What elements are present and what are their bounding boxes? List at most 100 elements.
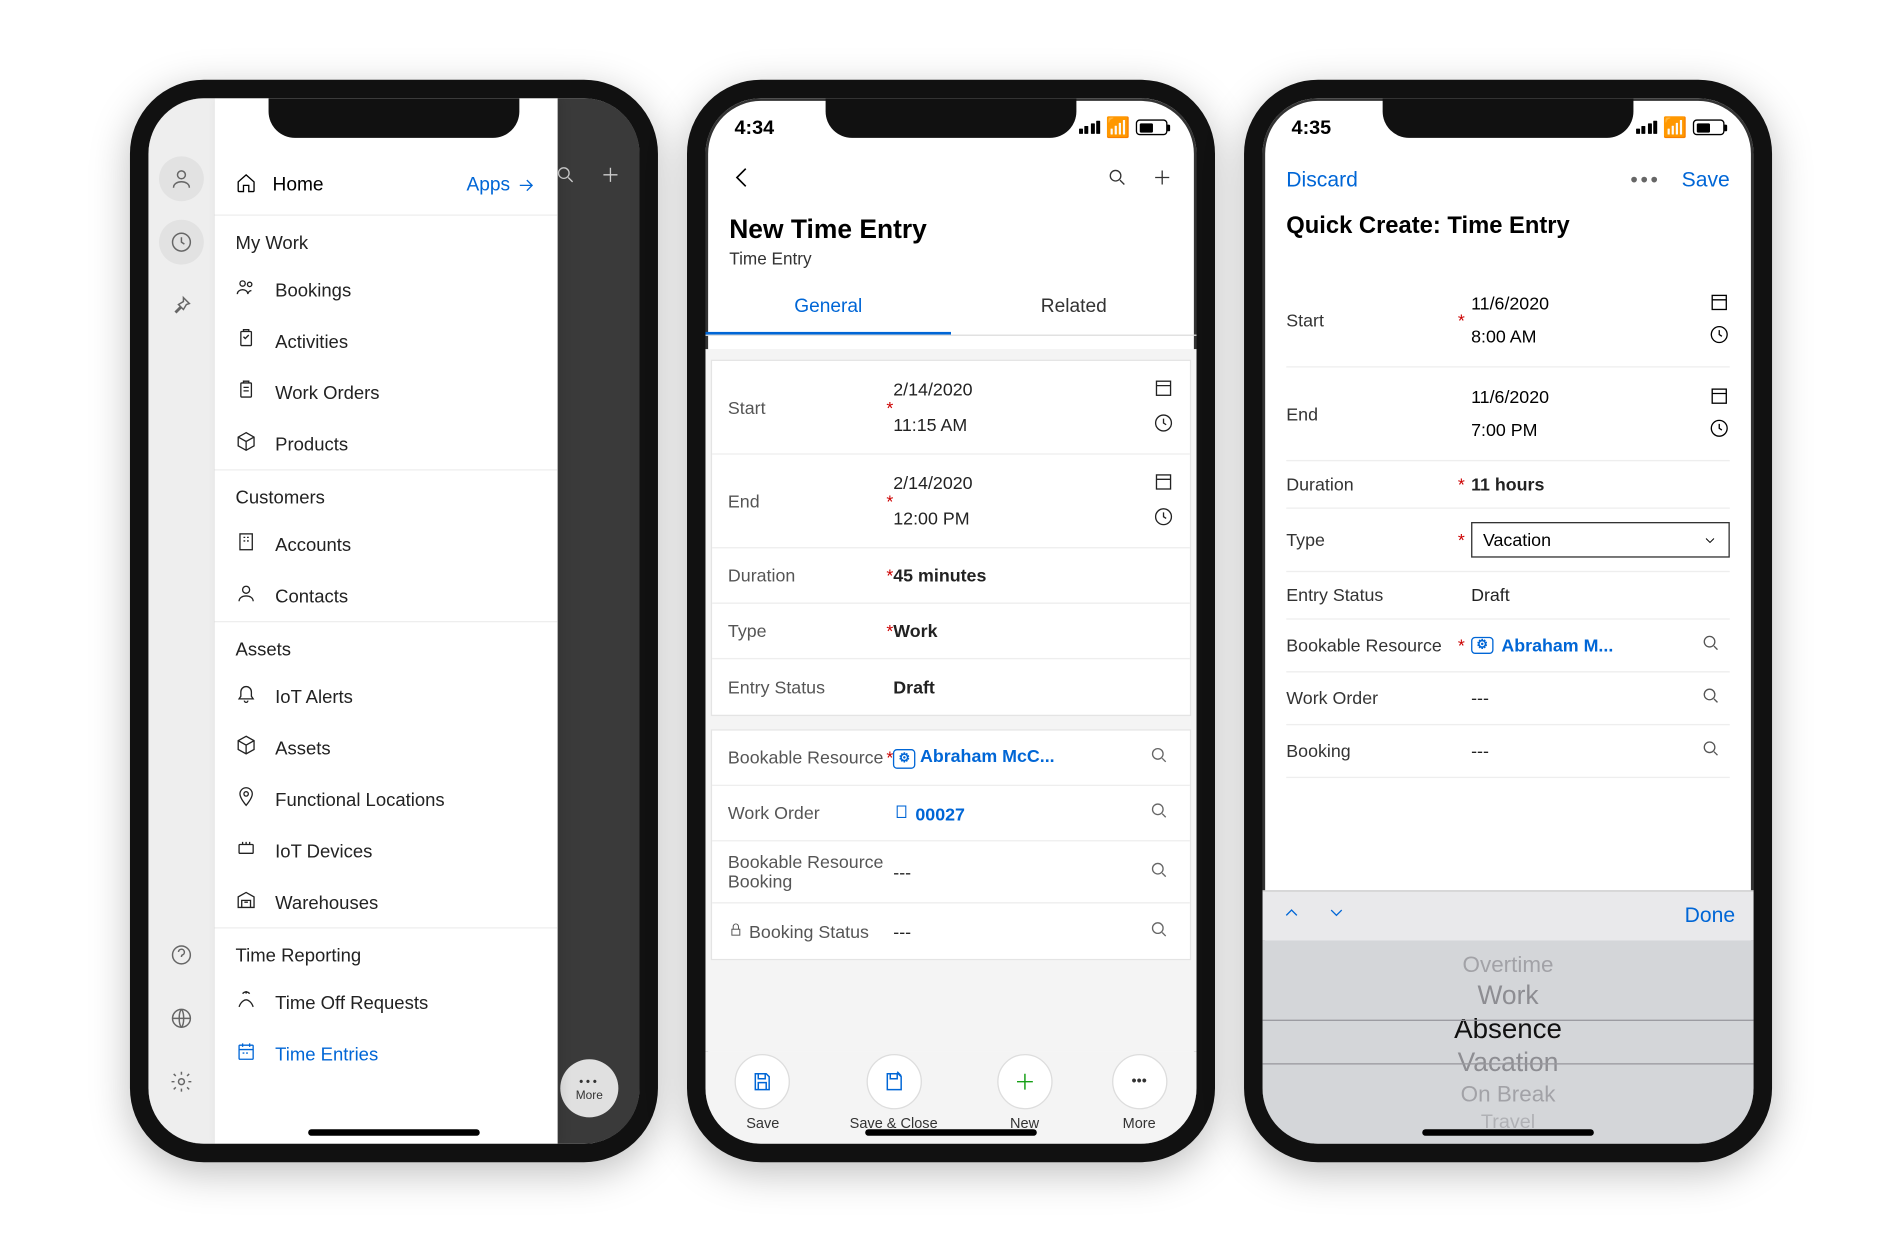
device-notch — [1383, 98, 1634, 138]
sidebar-item-time-entries[interactable]: Time Entries — [214, 1028, 557, 1079]
home-indicator[interactable] — [308, 1129, 480, 1136]
sidebar-item-iot-alerts[interactable]: IoT Alerts — [214, 670, 557, 721]
field-status[interactable]: Entry Status*Draft — [712, 659, 1190, 714]
picker-option[interactable]: Work — [1477, 979, 1538, 1012]
sidebar-item-time-off[interactable]: Time Off Requests — [214, 976, 557, 1027]
calendar-icon — [1709, 291, 1730, 316]
save-close-button[interactable]: Save & Close — [850, 1053, 938, 1131]
sidebar-item-work-orders[interactable]: Work Orders — [214, 366, 557, 417]
field-start[interactable]: Start* 11/6/2020 8:00 AM — [1286, 274, 1730, 368]
field-bookable-resource[interactable]: Bookable Resource*⚙ Abraham McC... — [712, 731, 1190, 786]
sidebar-item-accounts[interactable]: Accounts — [214, 518, 557, 569]
type-select[interactable]: Vacation — [1471, 522, 1730, 558]
device-notch — [269, 98, 520, 138]
save-button[interactable]: Save — [1682, 170, 1730, 194]
field-booking[interactable]: Bookable Resource Booking*--- — [712, 841, 1190, 903]
page-title: Quick Create: Time Entry — [1263, 207, 1754, 243]
back-button[interactable] — [729, 164, 755, 197]
apps-link[interactable]: Apps — [466, 175, 536, 196]
clipboard-icon — [236, 379, 257, 404]
section-assets: Assets — [214, 621, 557, 670]
picker-option-selected[interactable]: Absence — [1454, 1012, 1562, 1046]
search-icon[interactable] — [1701, 633, 1730, 658]
person-icon — [236, 583, 257, 608]
home-indicator[interactable] — [1422, 1129, 1594, 1136]
sidebar-item-bookings[interactable]: Bookings — [214, 263, 557, 314]
search-icon[interactable] — [1145, 919, 1174, 944]
field-work-order[interactable]: Work Order* 00027 — [712, 786, 1190, 841]
search-icon[interactable] — [1145, 859, 1174, 884]
search-icon[interactable] — [555, 164, 576, 192]
prev-field-button[interactable] — [1281, 902, 1302, 930]
recent-icon[interactable] — [159, 220, 204, 265]
sidebar-item-iot-devices[interactable]: IoT Devices — [214, 824, 557, 875]
sidebar-item-contacts[interactable]: Contacts — [214, 570, 557, 621]
search-icon[interactable] — [1701, 686, 1730, 711]
phone-navigation: ••• More Home Apps My Work Bookings Acti… — [130, 80, 658, 1162]
battery-icon — [1693, 119, 1725, 135]
sidebar-item-functional-locations[interactable]: Functional Locations — [214, 773, 557, 824]
signal-icon — [1636, 121, 1658, 134]
field-duration[interactable]: Duration*11 hours — [1286, 461, 1730, 509]
phone-quick-create: 4:35 📶 Discard ••• Save Quick Create: Ti… — [1244, 80, 1772, 1162]
field-end[interactable]: End* 11/6/2020 7:00 PM — [1286, 368, 1730, 462]
location-icon — [236, 786, 257, 811]
tab-related[interactable]: Related — [951, 282, 1197, 335]
sidebar-item-activities[interactable]: Activities — [214, 315, 557, 366]
new-button[interactable]: New — [997, 1053, 1052, 1131]
field-resource[interactable]: Bookable Resource*⚙Abraham M... — [1286, 620, 1730, 673]
box-icon — [236, 431, 257, 456]
globe-icon[interactable] — [159, 996, 204, 1041]
home-indicator[interactable] — [865, 1129, 1037, 1136]
field-start[interactable]: Start* 2/14/2020 11:15 AM — [712, 361, 1190, 455]
search-icon[interactable] — [1145, 745, 1174, 770]
field-duration[interactable]: Duration*45 minutes — [712, 548, 1190, 603]
field-work-order[interactable]: Work Order*--- — [1286, 672, 1730, 725]
search-icon[interactable] — [1701, 738, 1730, 763]
profile-icon[interactable] — [159, 156, 204, 201]
clock-icon — [1153, 506, 1174, 531]
section-time-reporting: Time Reporting — [214, 927, 557, 976]
field-end[interactable]: End* 2/14/2020 12:00 PM — [712, 455, 1190, 549]
field-booking-status[interactable]: Booking Status*--- — [712, 903, 1190, 958]
wifi-icon: 📶 — [1106, 115, 1131, 139]
search-icon[interactable] — [1107, 167, 1128, 195]
settings-icon[interactable] — [159, 1059, 204, 1104]
add-icon[interactable] — [600, 164, 621, 192]
sidebar-item-assets[interactable]: Assets — [214, 721, 557, 772]
picker-option[interactable]: Overtime — [1463, 950, 1554, 979]
tab-general[interactable]: General — [705, 282, 951, 335]
add-icon[interactable] — [1152, 167, 1173, 195]
discard-button[interactable]: Discard — [1286, 170, 1358, 194]
sidebar-item-home[interactable]: Home — [236, 172, 324, 198]
field-type[interactable]: Type*Work — [712, 604, 1190, 659]
done-button[interactable]: Done — [1685, 904, 1735, 928]
sidebar-item-products[interactable]: Products — [214, 418, 557, 469]
lock-icon — [728, 921, 744, 941]
more-button-bg[interactable]: ••• More — [560, 1059, 618, 1117]
device-notch — [826, 98, 1077, 138]
more-icon[interactable]: ••• — [1630, 170, 1660, 194]
device-icon — [236, 837, 257, 862]
clock: 4:35 — [1292, 116, 1332, 138]
help-icon[interactable] — [159, 933, 204, 978]
field-type[interactable]: Type*Vacation — [1286, 509, 1730, 572]
clipboard-icon — [893, 804, 910, 824]
warehouse-icon — [236, 889, 257, 914]
sidebar: Home Apps My Work Bookings Activities Wo… — [214, 98, 557, 1143]
save-button[interactable]: Save — [735, 1053, 790, 1131]
resource-icon: ⚙ — [1471, 637, 1493, 654]
search-icon[interactable] — [1145, 801, 1174, 826]
pin-icon[interactable] — [159, 283, 204, 328]
more-button[interactable]: •••More — [1111, 1053, 1166, 1131]
field-status[interactable]: Entry Status*Draft — [1286, 572, 1730, 620]
picker-option[interactable]: On Break — [1461, 1080, 1556, 1109]
section-my-work: My Work — [214, 214, 557, 263]
calendar-icon — [1709, 385, 1730, 410]
sidebar-item-warehouses[interactable]: Warehouses — [214, 876, 557, 927]
calendar-icon — [1153, 471, 1174, 496]
picker-option[interactable]: Vacation — [1458, 1047, 1559, 1080]
type-picker[interactable]: Overtime Work Absence Vacation On Break … — [1263, 940, 1754, 1143]
next-field-button[interactable] — [1326, 902, 1347, 930]
field-booking[interactable]: Booking*--- — [1286, 725, 1730, 778]
